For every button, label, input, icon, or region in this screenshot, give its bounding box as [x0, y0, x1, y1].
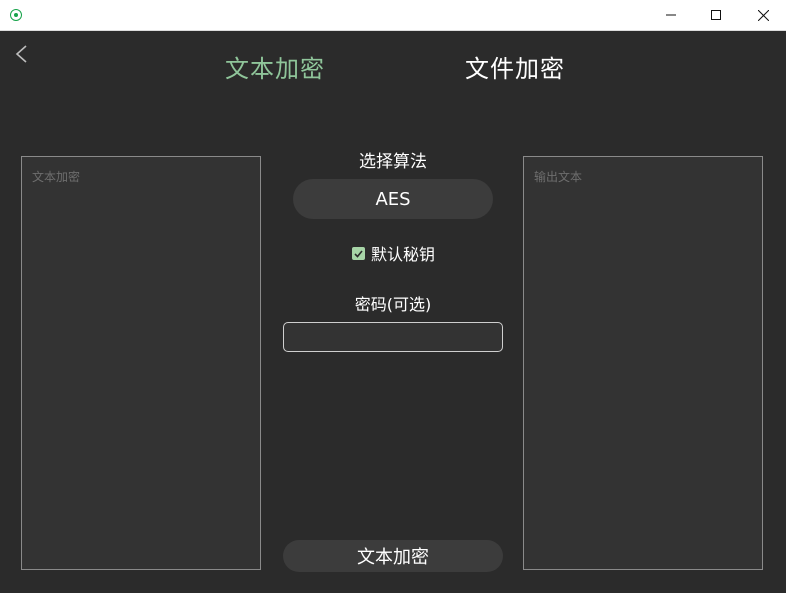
input-placeholder: 文本加密: [32, 170, 81, 184]
algorithm-value: AES: [375, 188, 411, 210]
default-key-checkbox[interactable]: [352, 246, 365, 260]
output-text-area[interactable]: 输出文本: [523, 156, 763, 570]
input-text-area[interactable]: 文本加密: [21, 156, 261, 570]
password-input[interactable]: [283, 322, 503, 352]
tab-text-encrypt[interactable]: 文本加密: [225, 49, 325, 84]
output-placeholder: 输出文本: [534, 170, 583, 184]
maximize-button[interactable]: [693, 0, 739, 30]
default-key-option[interactable]: 默认秘钥: [352, 241, 435, 265]
minimize-button[interactable]: [648, 0, 694, 30]
close-button[interactable]: [740, 0, 786, 30]
checkmark-icon: [354, 249, 363, 258]
close-icon: [757, 9, 769, 21]
app-icon: [10, 9, 22, 21]
title-bar: [0, 0, 786, 31]
maximize-icon: [711, 10, 721, 20]
minimize-icon: [666, 14, 676, 16]
encrypt-text-button[interactable]: 文本加密: [283, 540, 503, 572]
password-label: 密码(可选): [354, 295, 432, 314]
algorithm-select[interactable]: AES: [293, 179, 493, 219]
tab-file-encrypt[interactable]: 文件加密: [465, 49, 565, 84]
default-key-label: 默认秘钥: [371, 245, 436, 264]
main-area: 文本加密 文件加密 文本加密 选择算法 AES 默认秘钥 密码(可选) 文本加密…: [0, 31, 786, 593]
back-button[interactable]: [14, 43, 34, 67]
algorithm-label: 选择算法: [359, 152, 427, 172]
chevron-left-icon: [15, 45, 27, 63]
